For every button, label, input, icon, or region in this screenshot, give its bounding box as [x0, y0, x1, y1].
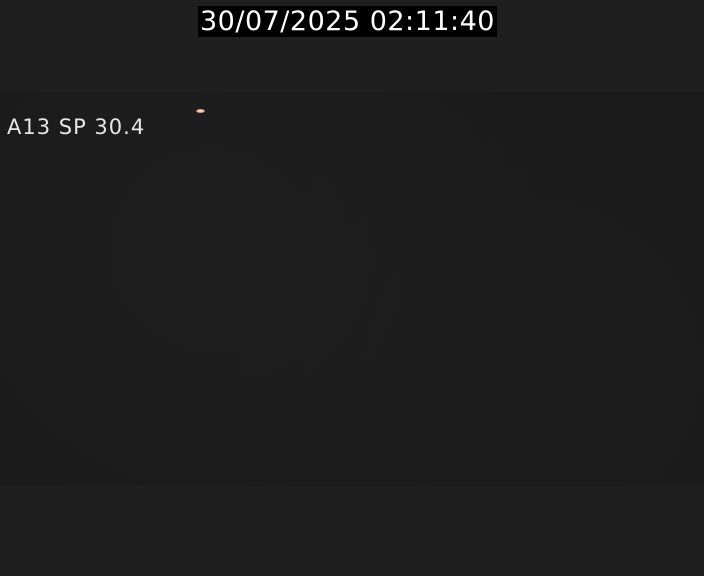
timestamp-overlay: 30/07/2025 02:11:40: [198, 6, 497, 37]
camera-frame: 30/07/2025 02:11:40 A13 SP 30.4: [0, 0, 704, 576]
night-camera-view: [0, 92, 704, 486]
camera-location-label: A13 SP 30.4: [7, 115, 146, 139]
distant-light-spot: [196, 109, 205, 113]
